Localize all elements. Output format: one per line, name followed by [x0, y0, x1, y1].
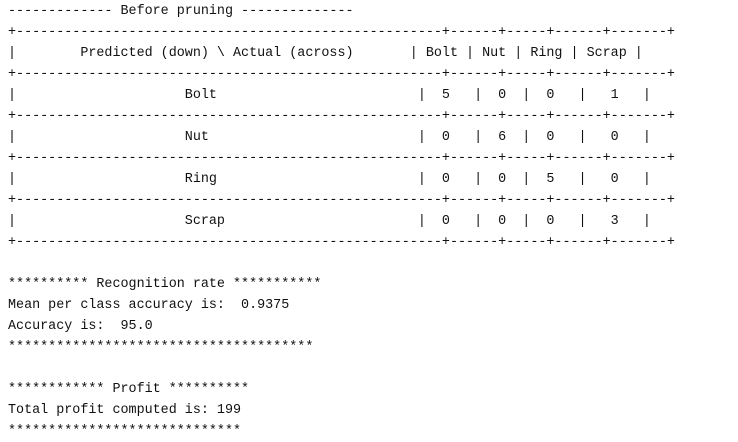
table-row-nut: | Nut | 0 | 6 | 0 | 0 | — [8, 130, 651, 145]
table-border-bottom: +---------------------------------------… — [8, 235, 675, 250]
table-row-ring: | Ring | 0 | 0 | 5 | 0 | — [8, 172, 651, 187]
accuracy-line: Accuracy is: 95.0 — [8, 319, 153, 334]
table-header-row: | Predicted (down) \ Actual (across) | B… — [8, 46, 643, 61]
recognition-rate-header: ********** Recognition rate *********** — [8, 277, 322, 292]
console-output: ------------- Before pruning -----------… — [8, 1, 675, 442]
table-border-top: +---------------------------------------… — [8, 25, 675, 40]
table-row-scrap: | Scrap | 0 | 0 | 0 | 3 | — [8, 214, 651, 229]
mean-per-class-accuracy: Mean per class accuracy is: 0.9375 — [8, 298, 290, 313]
table-border: +---------------------------------------… — [8, 193, 675, 208]
table-border: +---------------------------------------… — [8, 67, 675, 82]
total-profit-line: Total profit computed is: 199 — [8, 403, 242, 418]
table-row-bolt: | Bolt | 5 | 0 | 0 | 1 | — [8, 88, 651, 103]
table-border: +---------------------------------------… — [8, 109, 675, 124]
profit-header: ************ Profit ********** — [8, 382, 250, 397]
section-title-before-pruning: ------------- Before pruning -----------… — [8, 4, 354, 19]
table-border: +---------------------------------------… — [8, 151, 675, 166]
recognition-rate-footer: ************************************** — [8, 340, 314, 355]
